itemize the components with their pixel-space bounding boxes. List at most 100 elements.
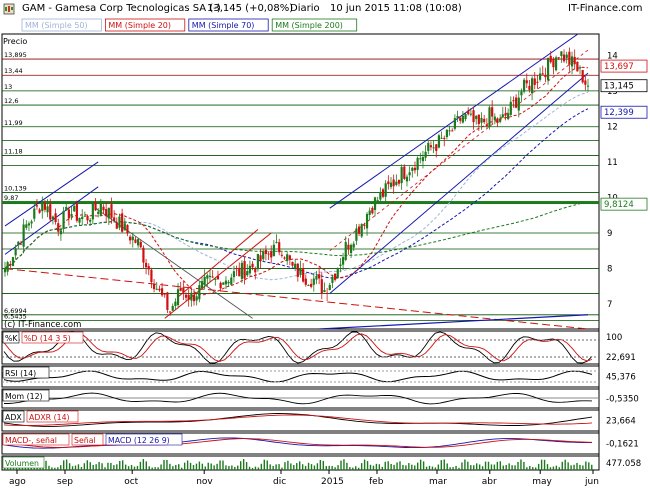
volume-bar (484, 461, 487, 470)
candle-body (118, 216, 121, 228)
volume-bar (86, 460, 88, 470)
candle-body (459, 117, 462, 121)
candle-body (139, 241, 142, 248)
candle-body (243, 260, 246, 279)
candle-body (456, 115, 459, 118)
candle-body (432, 147, 435, 149)
candle-body (355, 228, 358, 241)
candle-body (46, 206, 49, 213)
volume-bar (95, 464, 97, 470)
candle-body (546, 57, 550, 81)
settings-icon[interactable] (3, 3, 15, 15)
candle-body (387, 181, 390, 185)
candle-body (384, 183, 387, 197)
candle-body (73, 205, 76, 212)
candle-body (491, 107, 494, 117)
candle-body (421, 157, 425, 162)
candle-body (65, 206, 68, 211)
volume-bar (110, 462, 112, 470)
candle-body (190, 292, 193, 301)
candle-body (509, 101, 512, 115)
candle-body (584, 80, 587, 85)
volume-bar (352, 467, 354, 470)
volume-bar (219, 460, 221, 470)
volume-bar (579, 464, 581, 470)
volume-bar (57, 467, 59, 470)
volume-bar (455, 465, 457, 470)
candle-body (91, 203, 94, 220)
candle-body (349, 244, 353, 254)
legend-label: MM (Simple 50) (25, 21, 88, 30)
candle-body (166, 292, 169, 310)
candle-body (429, 145, 433, 148)
volume-bar (222, 460, 224, 470)
x-axis-month-label: mar (429, 477, 447, 487)
candle-body (413, 167, 417, 171)
volume-bar (378, 464, 381, 470)
volume-bar (104, 467, 106, 470)
volume-bar (419, 459, 422, 470)
candle-body (339, 264, 342, 267)
volume-bar (65, 459, 68, 470)
volume-bar (248, 466, 251, 470)
candle-body (238, 267, 241, 277)
volume-bar (225, 465, 227, 470)
y-axis-tick-label: 11 (607, 158, 618, 168)
volume-bar (411, 464, 413, 470)
candle-body (203, 276, 206, 285)
candle-body (480, 117, 483, 123)
indicator-legend-label: Volumen (5, 459, 39, 468)
volume-bar (358, 467, 360, 470)
volume-bar (546, 464, 549, 470)
volume-bar (192, 465, 195, 470)
candle-body (379, 192, 382, 200)
volume-bar (186, 460, 189, 470)
volume-bar (478, 464, 481, 470)
volume-bar (467, 461, 469, 470)
volume-bar (136, 465, 139, 470)
candle-body (296, 263, 299, 277)
candle-body (256, 253, 259, 270)
volume-bar (499, 461, 501, 470)
chart-header: GAM - Gamesa Corp Tecnologicas SA (-) 13… (0, 0, 650, 18)
left-level-label: 9,87 (4, 194, 18, 202)
candle-body (286, 254, 289, 262)
x-axis-month-label: abr (482, 477, 497, 487)
volume-bar (381, 466, 383, 470)
candle-body (99, 203, 102, 216)
candle-body (182, 287, 185, 293)
volume-bar (175, 464, 177, 470)
candle-body (541, 73, 544, 75)
volume-bar (63, 460, 65, 470)
volume-bar (396, 462, 398, 470)
volume-bar (537, 463, 540, 470)
candle-body (408, 172, 411, 176)
candle-body (200, 281, 204, 289)
candle-body (270, 251, 273, 258)
candle-body (59, 230, 63, 235)
x-axis-month-label: sep (57, 477, 73, 487)
candle-body (578, 67, 582, 69)
candle-body (392, 179, 395, 187)
candle-body (376, 200, 379, 202)
volume-bar (384, 461, 386, 470)
volume-bar (561, 461, 563, 470)
volume-bar (275, 464, 277, 470)
volume-bar (48, 465, 50, 470)
volume-bar (269, 464, 271, 470)
candle-body (94, 201, 97, 211)
volume-bar (470, 465, 472, 470)
candle-body (6, 262, 9, 272)
candle-body (565, 54, 568, 58)
indicator-legend-label: RSI (14) (5, 369, 36, 378)
volume-bar (555, 465, 558, 470)
candle-body (211, 276, 214, 278)
volume-bar (322, 460, 324, 470)
indicator-legend-label: %K (5, 334, 18, 343)
volume-bar (231, 465, 233, 470)
candle-body (544, 74, 547, 78)
volume-bar (502, 465, 504, 470)
volume-bar (54, 467, 56, 470)
volume-bar (80, 467, 83, 470)
volume-bar (366, 461, 369, 470)
